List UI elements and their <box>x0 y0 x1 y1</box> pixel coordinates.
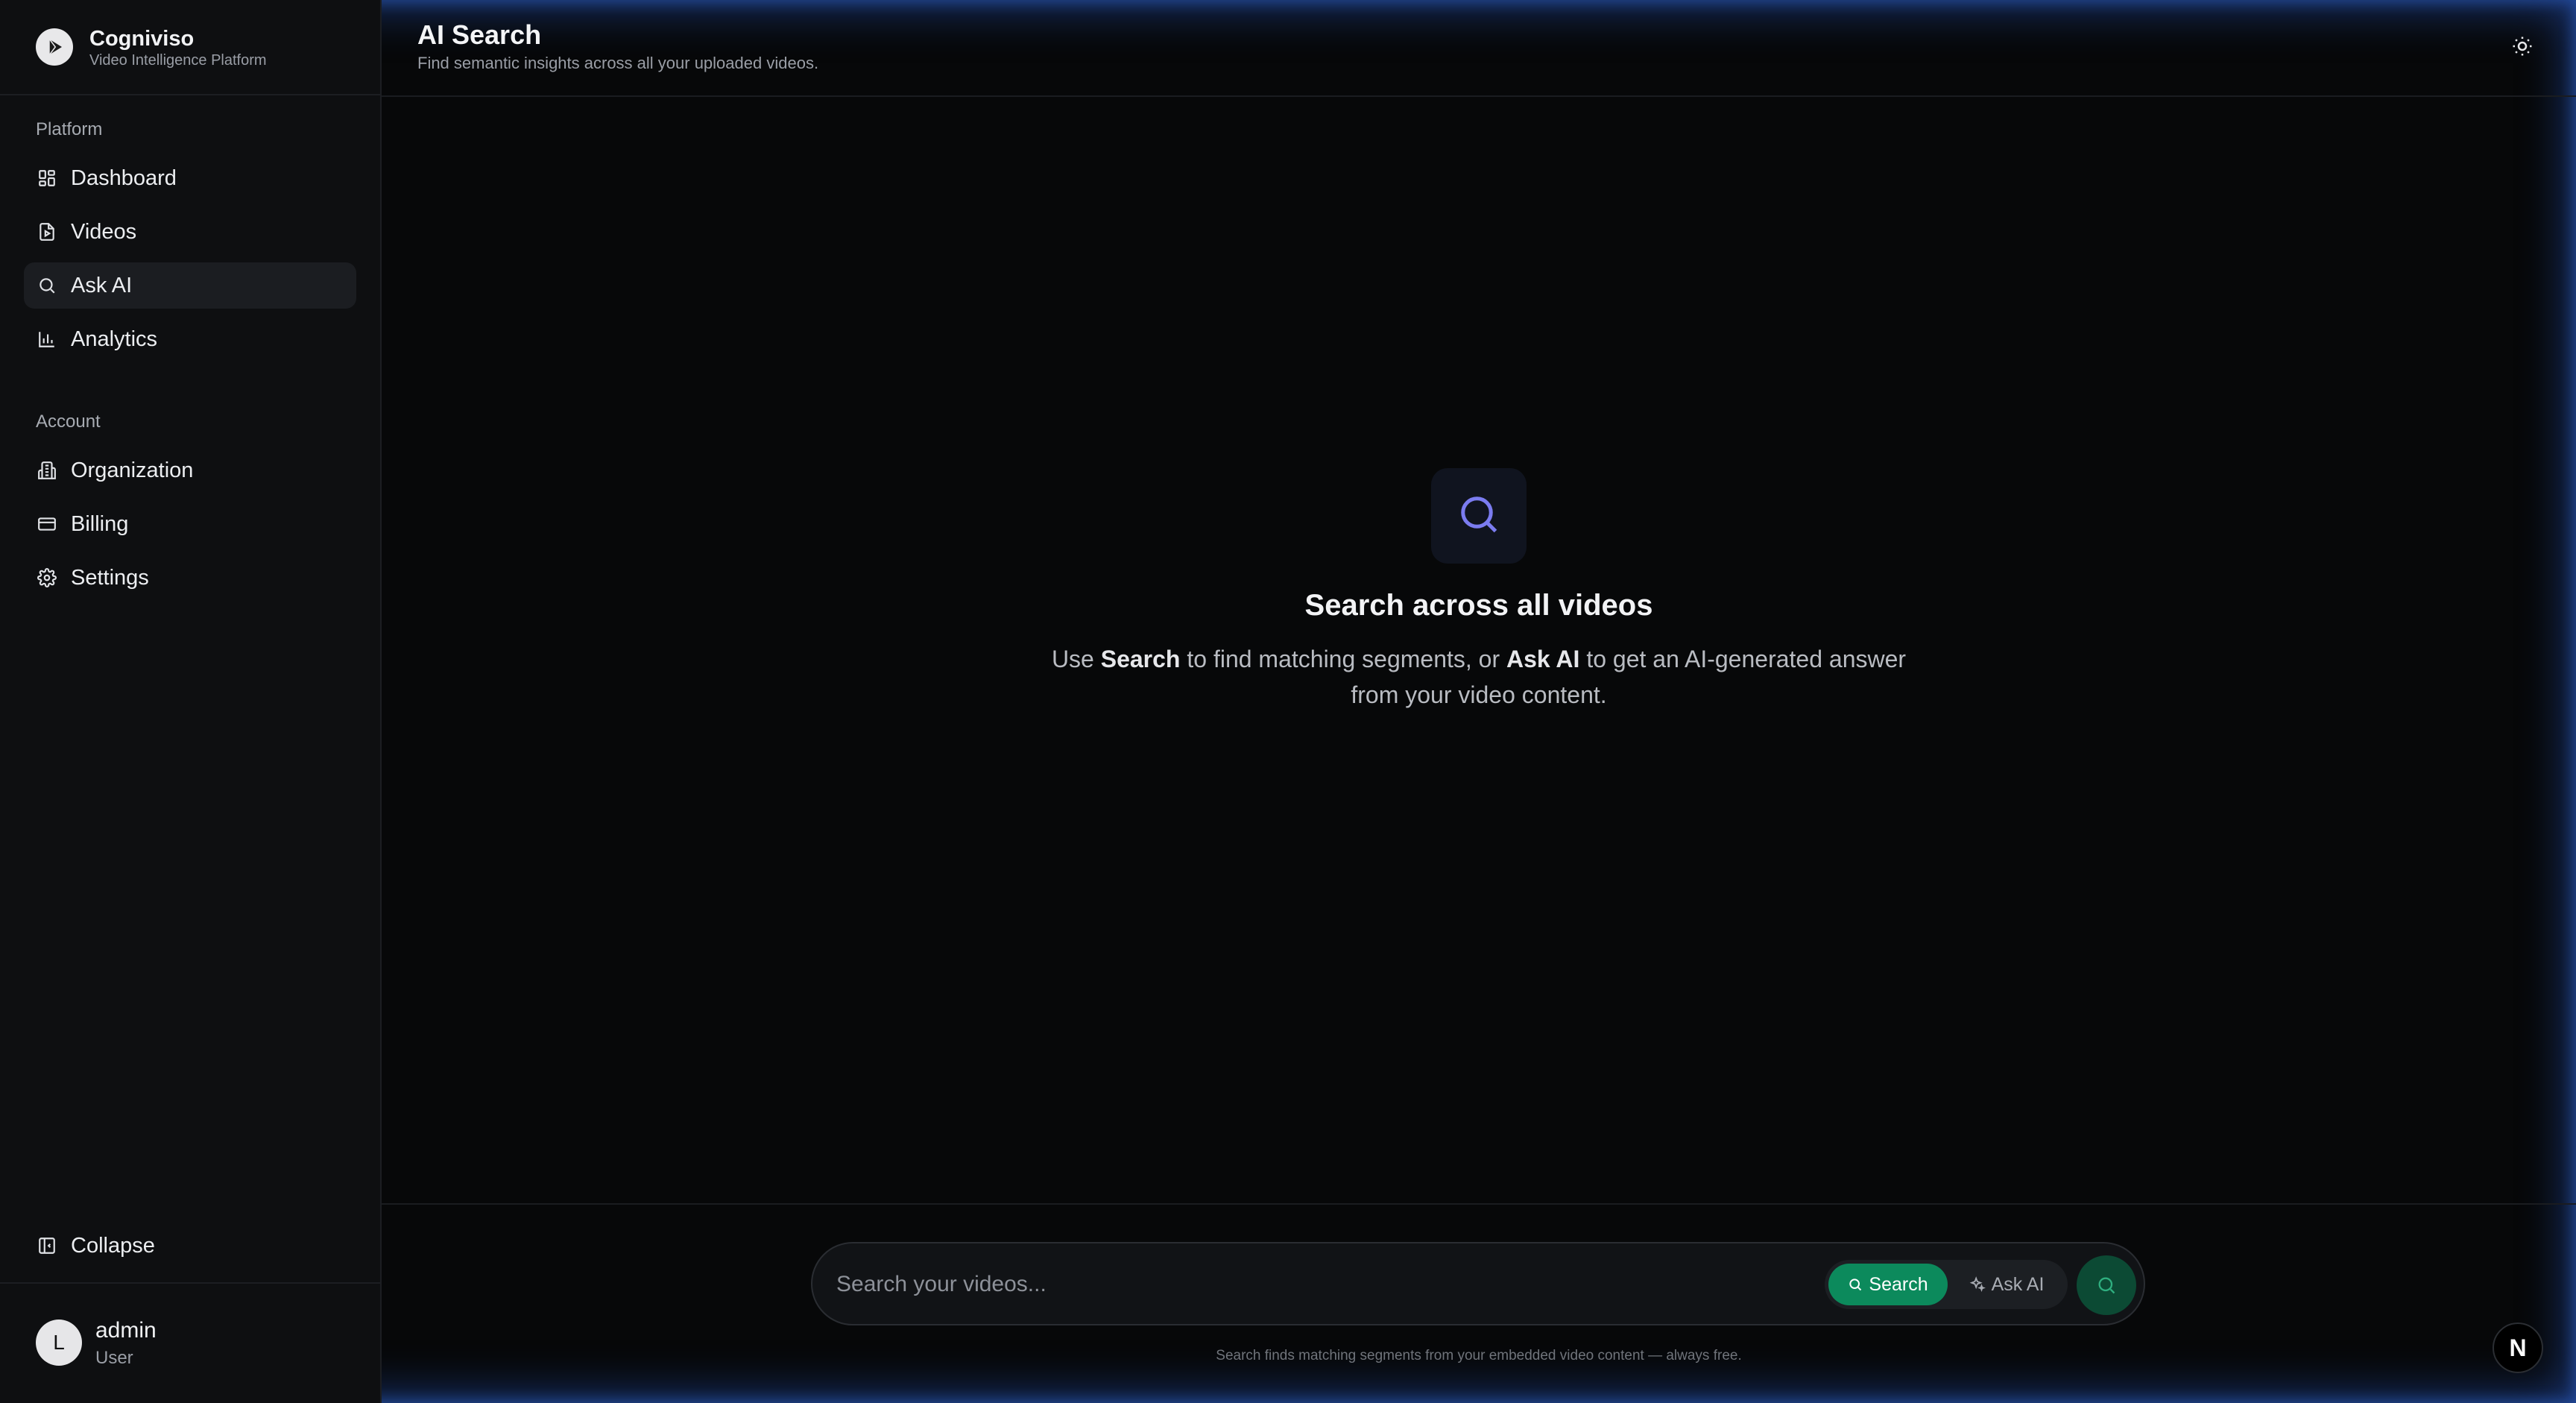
empty-text-part: Use <box>1051 646 1101 672</box>
empty-text-bold-search: Search <box>1100 646 1181 672</box>
dashboard-grid-icon <box>36 167 58 189</box>
search-submit-button[interactable] <box>2077 1255 2136 1315</box>
user-name: admin <box>95 1318 157 1343</box>
empty-state-text: Use Search to find matching segments, or… <box>1032 641 1926 713</box>
search-icon <box>36 274 58 297</box>
empty-text-bold-ask-ai: Ask AI <box>1506 646 1580 672</box>
mode-ask-ai-label: Ask AI <box>1991 1273 2045 1295</box>
collapse-button[interactable]: Collapse <box>24 1223 356 1269</box>
search-icon <box>2098 1277 2115 1294</box>
section-label-platform: Platform <box>36 119 103 139</box>
app-window: Cogniviso Video Intelligence Platform Pl… <box>0 0 2576 1403</box>
user-menu[interactable]: L admin User <box>36 1318 356 1370</box>
sidebar-item-label: Billing <box>71 511 129 536</box>
empty-state-icon-box <box>1431 468 1527 564</box>
building-icon <box>36 459 58 482</box>
sidebar-item-label: Videos <box>71 219 137 244</box>
sidebar-item-dashboard[interactable]: Dashboard <box>24 155 356 201</box>
sidebar-item-label: Analytics <box>71 327 158 351</box>
n-badge-button[interactable]: N <box>2493 1322 2543 1373</box>
gear-icon <box>36 567 58 589</box>
search-footer-note: Search finds matching segments from your… <box>1216 1348 1742 1363</box>
sidebar-item-label: Organization <box>71 458 194 482</box>
empty-text-part: to find matching segments, or <box>1180 646 1507 672</box>
search-input[interactable] <box>835 1263 1807 1306</box>
section-label-account: Account <box>36 412 101 432</box>
sidebar-item-label: Dashboard <box>71 165 177 190</box>
sidebar-item-analytics[interactable]: Analytics <box>24 316 356 362</box>
search-bar: Search Ask AI <box>811 1242 2145 1325</box>
page-title: AI Search <box>417 19 542 50</box>
sidebar-item-ask-ai[interactable]: Ask AI <box>24 262 356 309</box>
theme-toggle-button[interactable] <box>2507 33 2537 63</box>
collapse-label: Collapse <box>71 1233 155 1258</box>
sidebar: Cogniviso Video Intelligence Platform Pl… <box>0 0 382 1403</box>
page-subtitle: Find semantic insights across all your u… <box>417 54 819 72</box>
sidebar-item-label: Ask AI <box>71 273 133 297</box>
sidebar-item-billing[interactable]: Billing <box>24 501 356 547</box>
brand-subtitle: Video Intelligence Platform <box>89 52 267 69</box>
sidebar-item-settings[interactable]: Settings <box>24 555 356 601</box>
mode-ask-ai-button[interactable]: Ask AI <box>1951 1264 2062 1305</box>
mode-toggle: Search Ask AI <box>1825 1260 2068 1309</box>
avatar: L <box>36 1320 82 1366</box>
video-file-icon <box>36 221 58 243</box>
search-icon <box>1849 1279 1862 1291</box>
search-icon <box>1456 492 1501 540</box>
sidebar-item-label: Settings <box>71 565 149 590</box>
bottom-divider <box>382 1203 2576 1205</box>
sparkles-icon <box>1969 1276 1986 1293</box>
brand-title: Cogniviso <box>89 27 195 51</box>
empty-state-title: Search across all videos <box>1304 589 1653 622</box>
brand-logo-icon <box>36 28 73 66</box>
brand[interactable]: Cogniviso Video Intelligence Platform <box>36 27 364 69</box>
mode-search-label: Search <box>1869 1273 1928 1295</box>
user-role: User <box>95 1348 133 1368</box>
sidebar-item-organization[interactable]: Organization <box>24 447 356 494</box>
sidebar-item-videos[interactable]: Videos <box>24 209 356 255</box>
mode-search-button[interactable]: Search <box>1828 1264 1948 1305</box>
sidebar-divider <box>0 94 380 95</box>
page-header: AI Search Find semantic insights across … <box>382 0 2576 97</box>
bar-chart-icon <box>36 328 58 350</box>
collapse-panel-icon <box>36 1235 58 1257</box>
sun-icon <box>2511 35 2534 61</box>
credit-card-icon <box>36 513 58 535</box>
sidebar-divider <box>0 1282 380 1284</box>
